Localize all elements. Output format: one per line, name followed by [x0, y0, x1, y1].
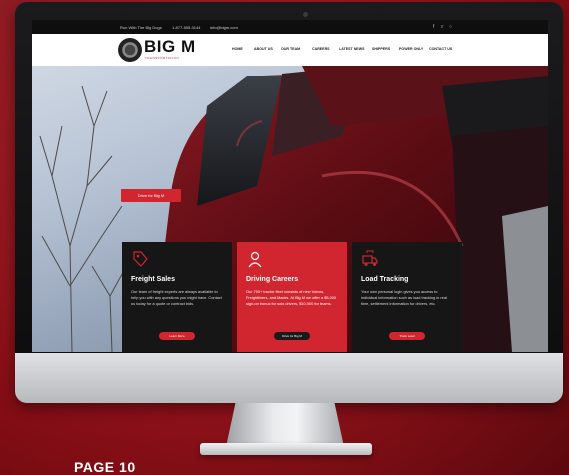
nav-latest-news[interactable]: LATEST NEWS [339, 47, 365, 51]
tag-icon [133, 251, 148, 267]
card-body: Our 700+ tractor fleet consists of new V… [246, 289, 337, 306]
email-link[interactable]: info@bigm.com [210, 25, 238, 30]
tagline-text: Run With The Big Dogs [120, 25, 162, 30]
card-body: Our team of freight experts are always a… [131, 289, 222, 306]
twitter-icon[interactable]: 𝕣 [441, 24, 443, 30]
driver-icon [248, 251, 262, 268]
website-screen: Run With The Big Dogs 1-877-555-0144 inf… [32, 20, 548, 352]
card-title: Load Tracking [361, 276, 409, 283]
instagram-icon[interactable]: ○ [449, 24, 452, 30]
camera-icon [303, 12, 308, 17]
monitor-base [200, 443, 372, 455]
drive-for-big-m-button[interactable]: Drive for Big M [274, 332, 310, 340]
logo-icon[interactable] [118, 38, 142, 62]
card-body: Your own personal login gives you access… [361, 289, 447, 306]
card-driving-careers: Driving Careers Our 700+ tractor fleet c… [237, 242, 347, 352]
track-load-button[interactable]: Track Load [389, 332, 425, 340]
nav-our-team[interactable]: OUR TEAM [281, 47, 300, 51]
truck-icon [362, 250, 378, 266]
nav-about-us[interactable]: ABOUT US [254, 47, 273, 51]
learn-more-button[interactable]: Learn More [159, 332, 195, 340]
main-navbar: BIG M TRANSPORTATION HOME ABOUT US OUR T… [32, 34, 548, 66]
facebook-icon[interactable]: f [433, 24, 434, 30]
nav-power-only[interactable]: POWER ONLY [399, 47, 423, 51]
monitor-chin [15, 353, 563, 403]
page-number-label: PAGE 10 [74, 459, 136, 475]
nav-shippers[interactable]: SHIPPERS [372, 47, 390, 51]
hero-drive-button[interactable]: Drive for Big M [121, 189, 181, 202]
logo-text[interactable]: BIG M [144, 37, 196, 57]
logo-subtitle: TRANSPORTATION [145, 56, 180, 60]
card-freight-sales: Freight Sales Our team of freight expert… [122, 242, 232, 352]
nav-contact-us[interactable]: CONTACT US [429, 47, 452, 51]
monitor-stand [226, 403, 344, 447]
nav-home[interactable]: HOME [232, 47, 243, 51]
card-title: Driving Careers [246, 276, 299, 283]
card-title: Freight Sales [131, 276, 175, 283]
nav-careers[interactable]: CAREERS [312, 47, 330, 51]
card-load-tracking: Load Tracking Your own personal login gi… [352, 242, 462, 352]
phone-link[interactable]: 1-877-555-0144 [172, 25, 200, 30]
top-bar: Run With The Big Dogs 1-877-555-0144 inf… [32, 20, 548, 34]
